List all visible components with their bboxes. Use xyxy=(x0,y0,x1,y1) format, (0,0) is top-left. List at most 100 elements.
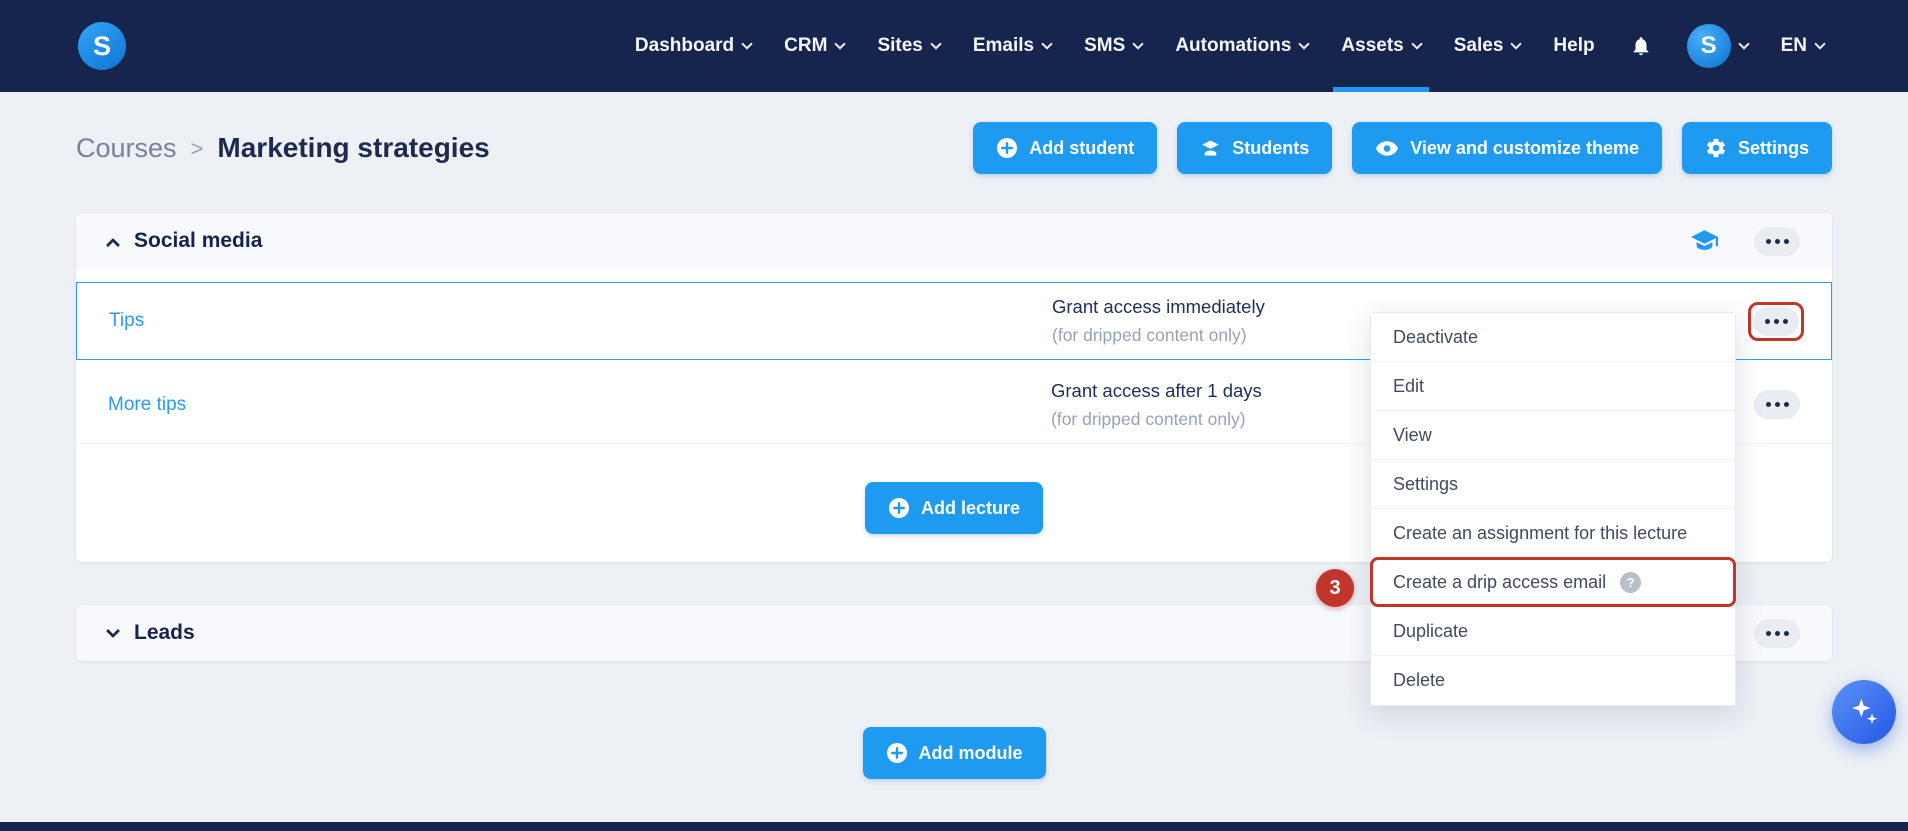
nav-sms[interactable]: SMS xyxy=(1084,0,1144,92)
add-lecture-button[interactable]: Add lecture xyxy=(864,482,1044,534)
nav-links: Dashboard CRM Sites Emails SMS Automatio… xyxy=(634,0,1826,92)
nav-emails[interactable]: Emails xyxy=(972,0,1053,92)
lecture-context-menu: 3 Deactivate Edit View Settings Create a… xyxy=(1316,312,1736,706)
menu-item-settings[interactable]: Settings xyxy=(1371,460,1735,509)
add-module-label: Add module xyxy=(918,742,1023,763)
plus-circle-icon xyxy=(886,743,907,763)
nav-dashboard[interactable]: Dashboard xyxy=(634,0,753,92)
nav-help[interactable]: Help xyxy=(1553,0,1594,92)
chevron-down-icon xyxy=(930,37,942,50)
chevron-down-icon xyxy=(1298,37,1311,50)
chevron-down-icon xyxy=(1510,37,1523,50)
add-module-button[interactable]: Add module xyxy=(862,727,1046,779)
nav-label: Assets xyxy=(1341,35,1404,56)
chevron-down-icon xyxy=(1737,37,1750,50)
chevron-down-icon xyxy=(741,37,753,50)
breadcrumb-separator: > xyxy=(190,136,204,161)
view-theme-button[interactable]: View and customize theme xyxy=(1352,122,1662,174)
menu-item-label: Delete xyxy=(1393,670,1446,690)
chevron-down-icon xyxy=(1132,37,1144,50)
menu-item-label: Duplicate xyxy=(1393,620,1469,641)
menu-item-edit[interactable]: Edit xyxy=(1371,362,1735,411)
page-title: Marketing strategies xyxy=(217,132,490,163)
chevron-down-icon xyxy=(1411,37,1423,50)
chevron-down-icon xyxy=(1814,37,1826,50)
help-icon: ? xyxy=(1620,571,1642,593)
view-theme-label: View and customize theme xyxy=(1410,137,1639,158)
add-lecture-label: Add lecture xyxy=(920,497,1021,518)
bell-icon xyxy=(1633,37,1648,56)
nav-label: Help xyxy=(1553,35,1595,56)
lecture-link-tips[interactable]: Tips xyxy=(109,310,1052,332)
students-label: Students xyxy=(1232,137,1310,158)
nav-automations[interactable]: Automations xyxy=(1175,0,1311,92)
breadcrumb: Courses > Marketing strategies xyxy=(76,132,490,164)
avatar-letter: S xyxy=(1700,32,1717,59)
settings-button[interactable]: Settings xyxy=(1681,122,1832,174)
ai-assistant-button[interactable] xyxy=(1832,680,1896,744)
chevron-down-icon xyxy=(1041,37,1053,50)
student-icon xyxy=(1202,140,1220,156)
lecture-link-more-tips[interactable]: More tips xyxy=(108,394,1051,416)
eye-icon xyxy=(1376,140,1399,156)
module-menu-button-leads[interactable] xyxy=(1754,618,1800,648)
account-menu[interactable]: S xyxy=(1686,24,1750,68)
header-actions: Add student Students View and customize … xyxy=(973,122,1832,174)
lecture-menu-button-more-tips[interactable] xyxy=(1754,390,1800,419)
sparkles-icon xyxy=(1852,698,1878,724)
nav-label: Automations xyxy=(1175,35,1292,56)
nav-crm[interactable]: CRM xyxy=(784,0,847,92)
nav-sales[interactable]: Sales xyxy=(1453,0,1523,92)
menu-item-label: View xyxy=(1393,424,1432,445)
menu-item-delete[interactable]: Delete xyxy=(1371,656,1735,705)
add-module-zone: Add module xyxy=(0,727,1908,779)
chevron-down-icon xyxy=(834,37,847,50)
menu-item-duplicate[interactable]: Duplicate xyxy=(1371,607,1735,656)
graduation-cap-icon[interactable] xyxy=(1691,229,1718,253)
gear-icon xyxy=(1707,138,1725,158)
page-header: Courses > Marketing strategies Add stude… xyxy=(0,122,1908,174)
menu-item-create-assignment[interactable]: Create an assignment for this lecture xyxy=(1371,509,1735,558)
lecture-menu-button-tips[interactable] xyxy=(1748,301,1804,341)
menu-item-label: Deactivate xyxy=(1393,326,1479,347)
nav-sites[interactable]: Sites xyxy=(877,0,942,92)
nav-label: Sites xyxy=(877,35,923,56)
add-student-label: Add student xyxy=(1029,137,1135,158)
module-header-actions xyxy=(1691,226,1800,256)
bottom-bar xyxy=(0,822,1908,831)
app-logo[interactable]: S xyxy=(78,22,126,70)
module-toggle-leads[interactable]: Leads xyxy=(105,621,195,645)
add-student-button[interactable]: Add student xyxy=(973,122,1158,174)
nav-assets[interactable]: Assets xyxy=(1333,0,1430,92)
chevron-up-icon xyxy=(105,237,121,252)
nav-label: Dashboard xyxy=(634,35,735,56)
menu-item-label: Create a drip access email xyxy=(1393,571,1607,592)
menu-item-label: Edit xyxy=(1393,375,1425,396)
annotation-step-badge: 3 xyxy=(1316,569,1354,607)
language-selector[interactable]: EN xyxy=(1780,35,1826,57)
module-title: Social media xyxy=(134,229,263,252)
menu-item-deactivate[interactable]: Deactivate xyxy=(1371,313,1735,362)
menu-item-view[interactable]: View xyxy=(1371,411,1735,460)
breadcrumb-courses-link[interactable]: Courses xyxy=(76,133,177,164)
nav-label: Emails xyxy=(972,35,1035,56)
plus-circle-icon xyxy=(888,498,909,518)
notifications-bell-button[interactable] xyxy=(1630,34,1652,58)
nav-label: SMS xyxy=(1084,35,1126,56)
menu-item-label: Settings xyxy=(1393,473,1459,494)
settings-label: Settings xyxy=(1737,137,1809,158)
module-toggle-social-media[interactable]: Social media xyxy=(105,229,263,253)
nav-label: CRM xyxy=(784,35,828,56)
nav-label: Sales xyxy=(1453,35,1504,56)
avatar: S xyxy=(1686,24,1731,68)
menu-item-create-drip-access-email[interactable]: Create a drip access email ? xyxy=(1370,557,1736,607)
chevron-down-icon xyxy=(105,623,121,639)
plus-circle-icon xyxy=(997,138,1018,158)
language-label: EN xyxy=(1780,35,1807,56)
module-title: Leads xyxy=(134,621,195,644)
module-menu-button[interactable] xyxy=(1754,226,1800,256)
students-button[interactable]: Students xyxy=(1177,122,1333,174)
app-logo-letter: S xyxy=(92,30,111,61)
module-header: Social media xyxy=(76,213,1832,269)
menu-item-label: Create an assignment for this lecture xyxy=(1393,522,1688,543)
